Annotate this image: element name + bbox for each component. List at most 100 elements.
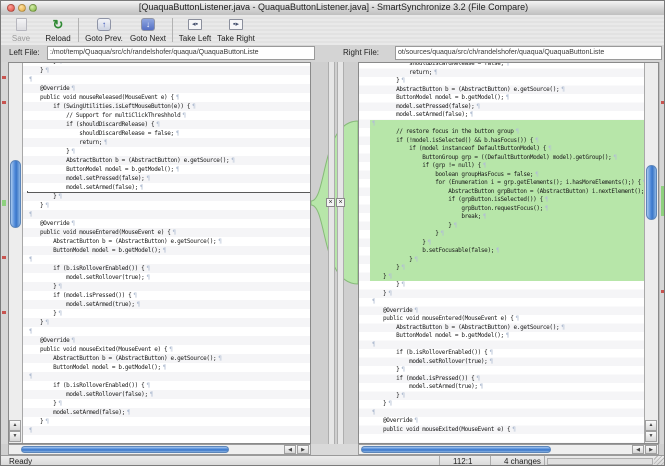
left-horizontal-scrollbar-thumb[interactable]	[21, 446, 229, 453]
code-line[interactable]: }¶	[370, 392, 644, 401]
code-line[interactable]: model.setPressed(false);¶	[370, 103, 644, 112]
code-line[interactable]: }¶	[370, 264, 644, 273]
change-marker[interactable]	[2, 76, 6, 79]
left-vertical-scrollbar-thumb[interactable]	[10, 160, 21, 228]
code-line[interactable]: break;¶	[370, 213, 644, 222]
code-line[interactable]: @Override¶	[370, 417, 644, 426]
code-line[interactable]: ¶	[370, 341, 644, 350]
goto-next-button[interactable]: ↓ Goto Next	[127, 16, 169, 44]
take-right-button[interactable]: ▪▸ Take Right	[215, 16, 257, 44]
change-marker[interactable]	[661, 290, 665, 293]
code-line[interactable]: if (grpButton.isSelected()) {¶	[370, 196, 644, 205]
save-button[interactable]: Save	[3, 16, 39, 44]
code-line[interactable]: @Override¶	[370, 307, 644, 316]
apply-change-button[interactable]: ×	[336, 198, 345, 207]
code-line[interactable]: model.setArmed(false);¶	[370, 111, 644, 120]
code-line[interactable]: if (b.isRolloverEnabled()) {¶	[27, 264, 310, 273]
scroll-right-icon[interactable]: ▶	[297, 445, 309, 454]
code-line[interactable]: ¶	[27, 426, 310, 435]
code-line[interactable]: }¶	[27, 147, 310, 156]
code-line[interactable]: }¶	[370, 239, 644, 248]
code-line[interactable]: model.setRollover(true);¶	[370, 358, 644, 367]
code-line[interactable]: }¶	[370, 290, 644, 299]
change-marker[interactable]	[2, 101, 6, 104]
right-horizontal-scrollbar-thumb[interactable]	[361, 446, 551, 453]
code-line[interactable]: AbstractButton grpButton = (AbstractButt…	[370, 188, 644, 197]
code-line[interactable]: }¶	[370, 77, 644, 86]
code-line[interactable]: model.setRollover(false);¶	[27, 390, 310, 399]
left-code-lines[interactable]: }¶ }¶¶ @Override¶ public void mouseRelea…	[23, 62, 310, 443]
code-line[interactable]: grpButton.requestFocus();¶	[370, 205, 644, 214]
code-line[interactable]: ButtonModel model = b.getModel();¶	[27, 246, 310, 255]
code-line[interactable]: for (Enumeration i = grp.getElements(); …	[370, 179, 644, 188]
code-line[interactable]: model.setArmed(false);¶	[27, 183, 310, 192]
code-line[interactable]: return;¶	[27, 138, 310, 147]
scroll-left-icon[interactable]: ◀	[284, 445, 296, 454]
scroll-left-icon[interactable]: ◀	[632, 445, 644, 454]
code-line[interactable]: }¶	[27, 66, 310, 75]
reject-change-button[interactable]: ×	[326, 198, 335, 207]
code-line[interactable]: if (grp != null) {¶	[370, 162, 644, 171]
scroll-up-icon[interactable]: ▲	[645, 420, 657, 431]
code-line[interactable]: }¶	[370, 400, 644, 409]
code-line[interactable]: return;¶	[370, 69, 644, 78]
code-line[interactable]: shouldDiscardRelease = false;¶	[27, 129, 310, 138]
code-line[interactable]: ButtonModel model = b.getModel();¶	[27, 363, 310, 372]
code-line[interactable]: AbstractButton b = (AbstractButton) e.ge…	[370, 86, 644, 95]
change-marker[interactable]	[661, 186, 665, 216]
code-line[interactable]: if (b.isRolloverEnabled()) {¶	[27, 381, 310, 390]
code-line[interactable]: boolean groupHasFocus = false;¶	[370, 171, 644, 180]
code-line[interactable]: ¶	[27, 327, 310, 336]
change-marker[interactable]	[2, 200, 6, 206]
right-code-lines[interactable]: shouldDiscardRelease = false;¶ return;¶ …	[359, 62, 644, 443]
scroll-right-icon[interactable]: ▶	[645, 445, 657, 454]
code-line[interactable]: ¶	[27, 255, 310, 264]
code-line[interactable]: // Support for multiClickThreshhold¶	[27, 111, 310, 120]
code-line[interactable]: }¶	[370, 366, 644, 375]
code-line[interactable]: }¶	[370, 230, 644, 239]
change-marker[interactable]	[2, 256, 6, 259]
code-line[interactable]: }¶	[27, 192, 310, 201]
code-line[interactable]: }¶	[27, 201, 310, 210]
code-line[interactable]: ButtonModel model = b.getModel();¶	[27, 165, 310, 174]
code-line[interactable]: ¶	[27, 210, 310, 219]
left-file-path-field[interactable]: :/mot/temp/Quaqua/src/ch/randelshofer/qu…	[47, 46, 315, 60]
code-line[interactable]: }¶	[27, 399, 310, 408]
code-line[interactable]: if (model instanceof DefaultButtonModel)…	[370, 145, 644, 154]
code-line[interactable]: ¶	[27, 372, 310, 381]
code-line[interactable]: }¶	[27, 282, 310, 291]
code-line[interactable]: }¶	[370, 256, 644, 265]
code-line[interactable]: ¶	[370, 409, 644, 418]
change-marker[interactable]	[661, 101, 665, 104]
code-line[interactable]: AbstractButton b = (AbstractButton) e.ge…	[27, 156, 310, 165]
right-horizontal-scrollbar[interactable]: ◀ ▶	[358, 444, 659, 455]
right-vertical-scrollbar[interactable]: ▲ ▼	[644, 63, 658, 443]
right-vertical-scrollbar-thumb[interactable]	[646, 165, 657, 220]
reload-button[interactable]: ↻ Reload	[41, 16, 75, 44]
code-line[interactable]: ButtonGroup grp = ((DefaultButtonModel) …	[370, 154, 644, 163]
take-left-button[interactable]: ◂▪ Take Left	[176, 16, 214, 44]
code-line[interactable]: if (SwingUtilities.isLeftMouseButton(e))…	[27, 102, 310, 111]
right-file-path-field[interactable]: ot/sources/quaqua/src/ch/randelshofer/qu…	[395, 46, 662, 60]
code-line[interactable]: model.setArmed(true);¶	[27, 300, 310, 309]
code-line[interactable]: }¶	[370, 222, 644, 231]
code-line[interactable]: if (model.isPressed()) {¶	[27, 291, 310, 300]
code-line[interactable]: AbstractButton b = (AbstractButton) e.ge…	[370, 324, 644, 333]
code-line[interactable]: public void mouseReleased(MouseEvent e) …	[27, 93, 310, 102]
code-line[interactable]: if (shouldDiscardRelease) {¶	[27, 120, 310, 129]
code-line[interactable]: AbstractButton b = (AbstractButton) e.ge…	[27, 237, 310, 246]
goto-prev-button[interactable]: ↑ Goto Prev.	[82, 16, 126, 44]
code-line[interactable]: model.setRollover(true);¶	[27, 273, 310, 282]
code-line[interactable]: if (model.isPressed()) {¶	[370, 375, 644, 384]
code-line[interactable]: }¶	[27, 318, 310, 327]
resize-grip-icon[interactable]	[654, 456, 665, 466]
code-line[interactable]: model.setArmed(true);¶	[370, 383, 644, 392]
code-line[interactable]: public void mouseExited(MouseEvent e) {¶	[27, 345, 310, 354]
left-horizontal-scrollbar[interactable]: ◀ ▶	[8, 444, 311, 455]
left-vertical-scrollbar[interactable]: ▲ ▼	[9, 63, 23, 443]
code-line[interactable]: model.setArmed(false);¶	[27, 408, 310, 417]
code-line[interactable]: ButtonModel model = b.getModel();¶	[370, 94, 644, 103]
code-line[interactable]: @Override¶	[27, 84, 310, 93]
code-line[interactable]: @Override¶	[27, 336, 310, 345]
code-line[interactable]: ButtonModel model = b.getModel();¶	[370, 332, 644, 341]
